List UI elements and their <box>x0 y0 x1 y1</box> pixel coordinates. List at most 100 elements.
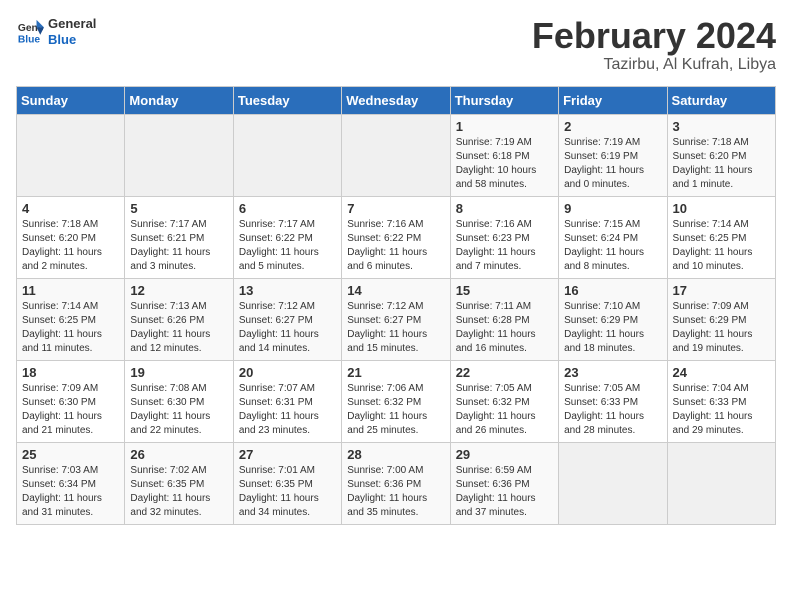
calendar-cell: 19Sunrise: 7:08 AMSunset: 6:30 PMDayligh… <box>125 360 233 442</box>
day-info: Sunrise: 7:01 AMSunset: 6:35 PMDaylight:… <box>239 464 336 520</box>
week-row-3: 11Sunrise: 7:14 AMSunset: 6:25 PMDayligh… <box>17 278 776 360</box>
calendar-cell: 28 Sunrise: 7:00 AMSunset: 6:36 PMDayligh… <box>342 442 450 524</box>
calendar-cell: 29 Sunrise: 6:59 AMSunset: 6:36 PMDayligh… <box>450 442 558 524</box>
calendar-cell: 22 Sunrise: 7:05 AMSunset: 6:32 PMDayligh… <box>450 360 558 442</box>
day-info: Sunrise: 6:59 AMSunset: 6:36 PMDaylight:… <box>456 464 553 520</box>
week-row-2: 4 Sunrise: 7:18 AMSunset: 6:20 PMDaylight… <box>17 196 776 278</box>
calendar-cell: 17 Sunrise: 7:09 AMSunset: 6:29 PMDayligh… <box>667 278 775 360</box>
calendar-cell: 14Sunrise: 7:12 AMSunset: 6:27 PMDayligh… <box>342 278 450 360</box>
day-number: 16 <box>564 283 661 298</box>
calendar-cell <box>233 114 341 196</box>
main-title: February 2024 <box>532 16 776 56</box>
calendar-cell: 7 Sunrise: 7:16 AMSunset: 6:22 PMDaylight… <box>342 196 450 278</box>
day-number: 28 <box>347 447 444 462</box>
day-info: Sunrise: 7:16 AMSunset: 6:22 PMDaylight:… <box>347 218 444 274</box>
day-info: Sunrise: 7:11 AMSunset: 6:28 PMDaylight:… <box>456 300 553 356</box>
day-number: 20 <box>239 365 336 380</box>
calendar-cell: 9Sunrise: 7:15 AMSunset: 6:24 PMDaylight… <box>559 196 667 278</box>
day-info: Sunrise: 7:18 AMSunset: 6:20 PMDaylight:… <box>22 218 119 274</box>
day-info: Sunrise: 7:05 AMSunset: 6:33 PMDaylight:… <box>564 382 661 438</box>
day-number: 5 <box>130 201 227 216</box>
col-header-sunday: Sunday <box>17 86 125 114</box>
day-info: Sunrise: 7:00 AMSunset: 6:36 PMDaylight:… <box>347 464 444 520</box>
day-info: Sunrise: 7:18 AMSunset: 6:20 PMDaylight:… <box>673 136 770 192</box>
calendar-cell: 15 Sunrise: 7:11 AMSunset: 6:28 PMDayligh… <box>450 278 558 360</box>
day-number: 12 <box>130 283 227 298</box>
day-number: 21 <box>347 365 444 380</box>
calendar-cell <box>125 114 233 196</box>
col-header-wednesday: Wednesday <box>342 86 450 114</box>
day-number: 25 <box>22 447 119 462</box>
logo-line2: Blue <box>48 32 96 48</box>
day-number: 13 <box>239 283 336 298</box>
day-info: Sunrise: 7:05 AMSunset: 6:32 PMDaylight:… <box>456 382 553 438</box>
calendar-cell: 23 Sunrise: 7:05 AMSunset: 6:33 PMDayligh… <box>559 360 667 442</box>
day-number: 26 <box>130 447 227 462</box>
calendar-cell: 6 Sunrise: 7:17 AMSunset: 6:22 PMDaylight… <box>233 196 341 278</box>
calendar-cell: 25 Sunrise: 7:03 AMSunset: 6:34 PMDayligh… <box>17 442 125 524</box>
day-info: Sunrise: 7:10 AMSunset: 6:29 PMDaylight:… <box>564 300 661 356</box>
header-row: SundayMondayTuesdayWednesdayThursdayFrid… <box>17 86 776 114</box>
title-block: February 2024 Tazirbu, Al Kufrah, Libya <box>532 16 776 74</box>
calendar-cell: 24 Sunrise: 7:04 AMSunset: 6:33 PMDayligh… <box>667 360 775 442</box>
day-number: 24 <box>673 365 770 380</box>
day-number: 23 <box>564 365 661 380</box>
calendar-cell: 4 Sunrise: 7:18 AMSunset: 6:20 PMDaylight… <box>17 196 125 278</box>
day-number: 22 <box>456 365 553 380</box>
calendar-cell: 18 Sunrise: 7:09 AMSunset: 6:30 PMDayligh… <box>17 360 125 442</box>
calendar-cell: 2 Sunrise: 7:19 AMSunset: 6:19 PMDaylight… <box>559 114 667 196</box>
day-info: Sunrise: 7:14 AMSunset: 6:25 PMDaylight:… <box>673 218 770 274</box>
calendar-cell: 8 Sunrise: 7:16 AMSunset: 6:23 PMDaylight… <box>450 196 558 278</box>
day-number: 2 <box>564 119 661 134</box>
day-number: 14 <box>347 283 444 298</box>
calendar-cell: 13 Sunrise: 7:12 AMSunset: 6:27 PMDayligh… <box>233 278 341 360</box>
day-number: 18 <box>22 365 119 380</box>
logo-icon: General Blue <box>16 18 44 46</box>
calendar-cell: 11Sunrise: 7:14 AMSunset: 6:25 PMDayligh… <box>17 278 125 360</box>
calendar-cell: 16 Sunrise: 7:10 AMSunset: 6:29 PMDayligh… <box>559 278 667 360</box>
day-number: 29 <box>456 447 553 462</box>
day-number: 7 <box>347 201 444 216</box>
col-header-thursday: Thursday <box>450 86 558 114</box>
day-number: 4 <box>22 201 119 216</box>
calendar-cell <box>342 114 450 196</box>
day-number: 10 <box>673 201 770 216</box>
day-info: Sunrise: 7:09 AMSunset: 6:30 PMDaylight:… <box>22 382 119 438</box>
day-number: 11 <box>22 283 119 298</box>
calendar-cell: 10 Sunrise: 7:14 AMSunset: 6:25 PMDayligh… <box>667 196 775 278</box>
day-info: Sunrise: 7:16 AMSunset: 6:23 PMDaylight:… <box>456 218 553 274</box>
svg-text:Blue: Blue <box>18 34 41 45</box>
col-header-friday: Friday <box>559 86 667 114</box>
day-info: Sunrise: 7:17 AMSunset: 6:22 PMDaylight:… <box>239 218 336 274</box>
logo: General Blue General Blue <box>16 16 96 47</box>
day-info: Sunrise: 7:09 AMSunset: 6:29 PMDaylight:… <box>673 300 770 356</box>
calendar-cell: 12 Sunrise: 7:13 AMSunset: 6:26 PMDayligh… <box>125 278 233 360</box>
day-info: Sunrise: 7:19 AMSunset: 6:19 PMDaylight:… <box>564 136 661 192</box>
subtitle: Tazirbu, Al Kufrah, Libya <box>532 56 776 74</box>
calendar-cell <box>17 114 125 196</box>
day-info: Sunrise: 7:19 AMSunset: 6:18 PMDaylight:… <box>456 136 553 192</box>
calendar-cell <box>667 442 775 524</box>
day-info: Sunrise: 7:06 AMSunset: 6:32 PMDaylight:… <box>347 382 444 438</box>
day-number: 9 <box>564 201 661 216</box>
col-header-saturday: Saturday <box>667 86 775 114</box>
day-info: Sunrise: 7:08 AMSunset: 6:30 PMDaylight:… <box>130 382 227 438</box>
day-info: Sunrise: 7:02 AMSunset: 6:35 PMDaylight:… <box>130 464 227 520</box>
day-number: 15 <box>456 283 553 298</box>
day-info: Sunrise: 7:04 AMSunset: 6:33 PMDaylight:… <box>673 382 770 438</box>
day-info: Sunrise: 7:03 AMSunset: 6:34 PMDaylight:… <box>22 464 119 520</box>
calendar-table: SundayMondayTuesdayWednesdayThursdayFrid… <box>16 86 776 525</box>
page-header: General Blue General Blue February 2024 … <box>16 16 776 74</box>
calendar-cell: 27Sunrise: 7:01 AMSunset: 6:35 PMDayligh… <box>233 442 341 524</box>
day-info: Sunrise: 7:07 AMSunset: 6:31 PMDaylight:… <box>239 382 336 438</box>
day-info: Sunrise: 7:17 AMSunset: 6:21 PMDaylight:… <box>130 218 227 274</box>
col-header-tuesday: Tuesday <box>233 86 341 114</box>
day-info: Sunrise: 7:13 AMSunset: 6:26 PMDaylight:… <box>130 300 227 356</box>
day-info: Sunrise: 7:12 AMSunset: 6:27 PMDaylight:… <box>239 300 336 356</box>
day-number: 6 <box>239 201 336 216</box>
col-header-monday: Monday <box>125 86 233 114</box>
calendar-cell: 1Sunrise: 7:19 AMSunset: 6:18 PMDaylight… <box>450 114 558 196</box>
day-number: 17 <box>673 283 770 298</box>
day-number: 8 <box>456 201 553 216</box>
calendar-cell: 21 Sunrise: 7:06 AMSunset: 6:32 PMDayligh… <box>342 360 450 442</box>
